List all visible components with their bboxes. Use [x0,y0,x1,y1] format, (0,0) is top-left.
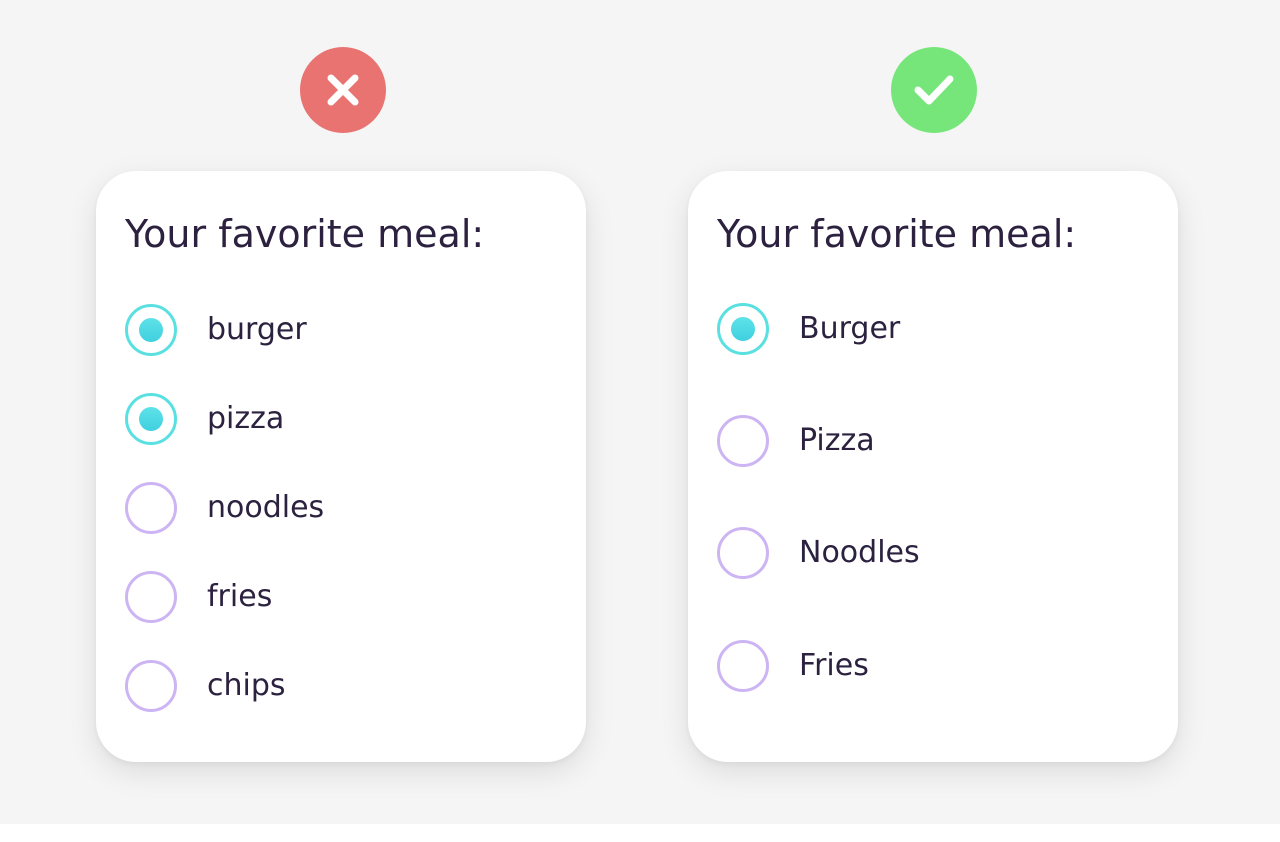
radio-button[interactable] [717,415,769,467]
option-label: noodles [207,490,325,525]
radio-button[interactable] [125,482,177,534]
card-title: Your favorite meal: [125,212,485,256]
option-chips[interactable]: chips [125,660,286,712]
option-pizza[interactable]: Pizza [717,415,875,467]
option-label: Fries [799,648,869,683]
option-label: chips [207,668,286,703]
option-label: burger [207,312,307,347]
option-pizza[interactable]: pizza [125,393,284,445]
option-burger[interactable]: burger [125,304,307,356]
radio-dot [731,317,755,341]
radio-button-selected[interactable] [125,304,177,356]
radio-button[interactable] [717,527,769,579]
radio-button-selected[interactable] [717,303,769,355]
card-title: Your favorite meal: [717,212,1077,256]
radio-button[interactable] [125,660,177,712]
radio-button[interactable] [717,640,769,692]
canvas-background: Your favorite meal: burger pizza noodles… [0,0,1280,824]
radio-dot [139,318,163,342]
close-icon [327,74,359,106]
option-fries[interactable]: Fries [717,640,869,692]
radio-button-selected[interactable] [125,393,177,445]
option-label: fries [207,579,273,614]
good-example-card: Your favorite meal: Burger Pizza Noodles… [688,171,1178,762]
radio-dot [139,407,163,431]
option-label: Noodles [799,535,920,570]
option-label: Burger [799,311,901,346]
option-noodles[interactable]: Noodles [717,527,920,579]
checkmark-icon [914,75,954,105]
bad-example-badge [300,47,386,133]
option-noodles[interactable]: noodles [125,482,324,534]
option-fries[interactable]: fries [125,571,272,623]
option-label: Pizza [799,423,875,458]
bad-example-card: Your favorite meal: burger pizza noodles… [96,171,586,762]
option-burger[interactable]: Burger [717,303,900,355]
option-label: pizza [207,401,285,436]
good-example-badge [891,47,977,133]
radio-button[interactable] [125,571,177,623]
